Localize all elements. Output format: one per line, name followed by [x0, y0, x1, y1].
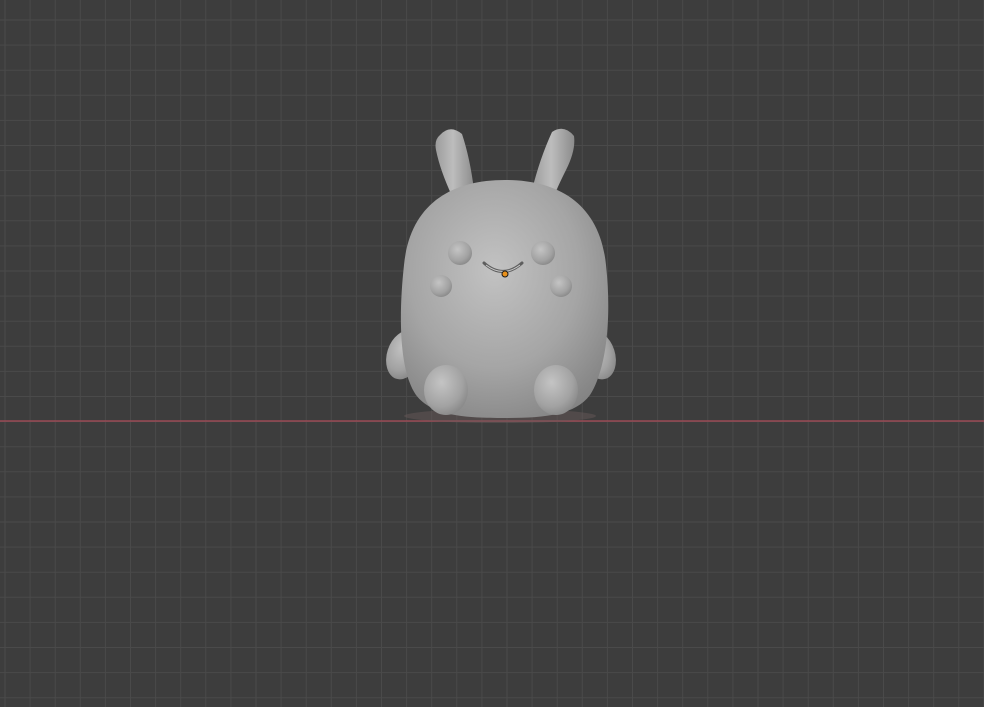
object-origin-icon[interactable]	[501, 270, 509, 278]
3d-viewport[interactable]	[0, 0, 984, 707]
bunny-mesh-object[interactable]	[0, 0, 984, 707]
right-foot	[534, 365, 578, 415]
right-cheek	[550, 275, 572, 297]
right-eye	[531, 241, 555, 265]
left-eye	[448, 241, 472, 265]
left-cheek	[430, 275, 452, 297]
left-foot	[424, 365, 468, 415]
